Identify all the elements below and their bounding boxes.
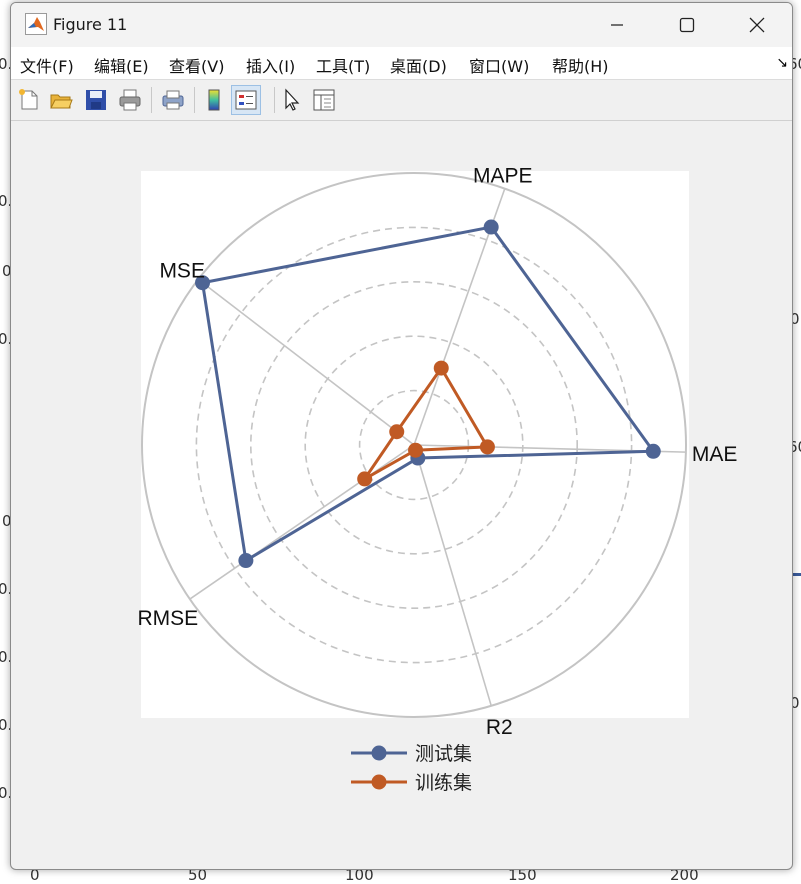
- series-point: [357, 471, 373, 487]
- legend[interactable]: 测试集训练集: [351, 743, 472, 794]
- axis-label-rmse: RMSE: [137, 607, 198, 630]
- series-point: [238, 553, 254, 569]
- series-line: [201, 225, 655, 563]
- figure-window: Figure 11 文件(F) 编辑(E) 查看(V) 插入(I) 工具(T) …: [10, 2, 793, 870]
- axis-label-r2: R2: [486, 716, 513, 739]
- series-point: [408, 442, 424, 458]
- legend-label: 测试集: [415, 743, 472, 765]
- series-point: [433, 360, 449, 376]
- grid-spoke: [413, 444, 493, 707]
- series-point: [483, 219, 499, 235]
- series-point: [645, 443, 661, 459]
- axis-label-mse: MSE: [159, 259, 205, 282]
- grid-spoke: [197, 278, 415, 446]
- series-point: [479, 439, 495, 455]
- radar-series: [195, 219, 661, 569]
- axis-label-mape: MAPE: [473, 165, 533, 188]
- legend-marker: [371, 745, 387, 761]
- series-point: [389, 424, 405, 440]
- grid-spoke: [189, 444, 415, 600]
- series-line: [363, 366, 489, 481]
- axis-label-mae: MAE: [692, 443, 738, 466]
- radar-chart: MAE MAPE MSE RMSE R2 测试集训练集: [137, 165, 738, 794]
- legend-label: 训练集: [415, 772, 472, 794]
- legend-marker: [371, 774, 387, 790]
